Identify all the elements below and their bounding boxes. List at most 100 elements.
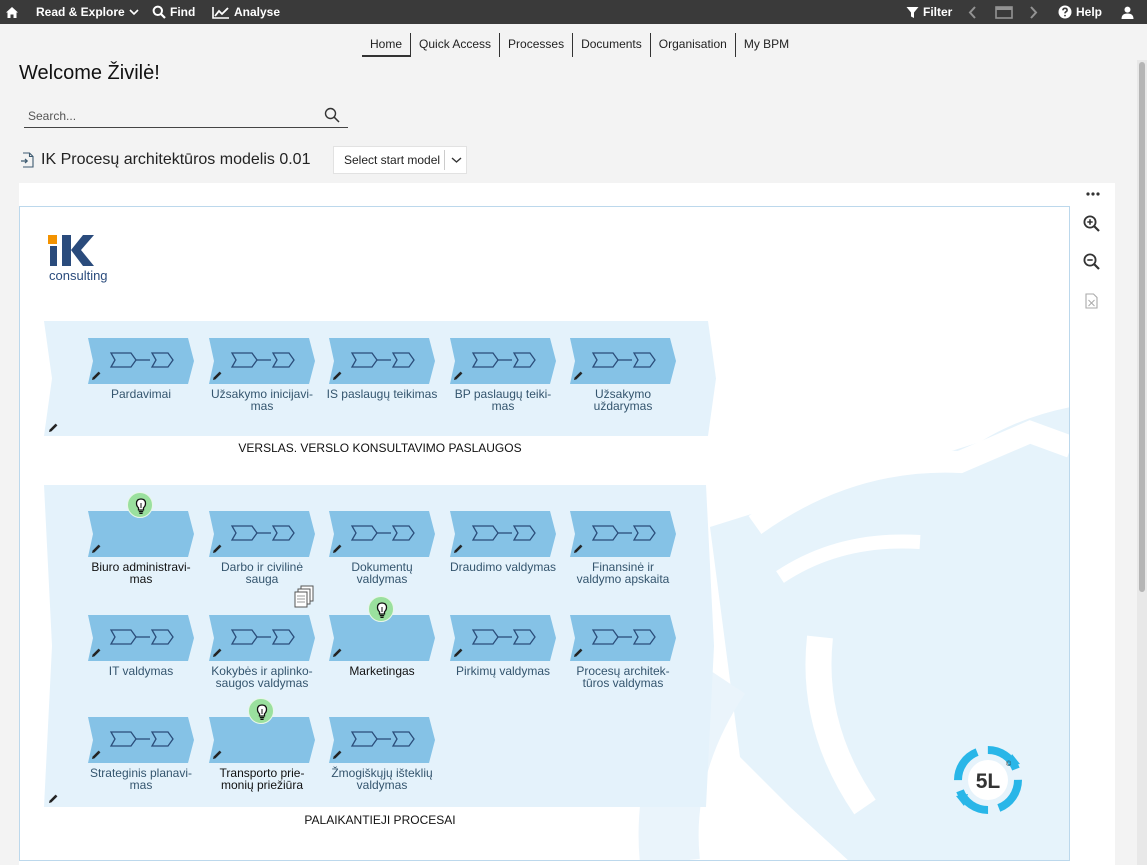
process-label[interactable]: Dokumentų valdymas [317, 561, 447, 585]
process-shape[interactable] [570, 511, 676, 557]
help-button[interactable]: Help [1058, 0, 1102, 24]
process-shape[interactable] [450, 511, 556, 557]
edit-icon[interactable] [91, 648, 101, 658]
edit-icon[interactable] [212, 750, 222, 760]
process-shape[interactable] [450, 338, 556, 384]
line-chart-icon [212, 6, 229, 19]
edit-icon[interactable] [573, 371, 583, 381]
process-label[interactable]: Strateginis planavi- mas [76, 767, 206, 791]
more-options-icon[interactable] [1086, 190, 1100, 198]
page-scrollbar[interactable] [1137, 60, 1147, 865]
process-label[interactable]: Užsakymo inicijavi- mas [197, 388, 327, 412]
process-label[interactable]: IT valdymas [76, 665, 206, 677]
edit-icon[interactable] [453, 648, 463, 658]
tab-home[interactable]: Home [362, 33, 412, 57]
edit-icon[interactable] [48, 794, 58, 804]
user-icon [1121, 6, 1134, 19]
forward-button[interactable] [1029, 0, 1038, 24]
window-button[interactable] [995, 0, 1013, 24]
documents-icon[interactable] [293, 585, 315, 609]
process-shape[interactable] [209, 511, 315, 557]
analyse-button[interactable]: Analyse [212, 0, 280, 24]
model-link-icon[interactable] [20, 152, 34, 168]
process-shape[interactable] [570, 615, 676, 661]
zoom-in-icon[interactable] [1083, 215, 1100, 232]
search-icon[interactable] [324, 107, 340, 123]
edit-icon[interactable] [212, 371, 222, 381]
process-arrow-icon [450, 511, 556, 557]
analyse-label: Analyse [234, 5, 281, 19]
idea-bulb-icon[interactable] [248, 698, 274, 724]
model-canvas[interactable]: consulting Pardavimai Užsakymo inicijavi-… [19, 206, 1070, 861]
tab-quick-access[interactable]: Quick Access [411, 33, 501, 57]
process-arrow-icon [329, 511, 435, 557]
edit-icon[interactable] [91, 750, 101, 760]
edit-icon[interactable] [48, 423, 58, 433]
process-label[interactable]: Užsakymo uždarymas [558, 388, 688, 412]
home-icon [6, 6, 18, 18]
process-shape[interactable] [88, 717, 194, 763]
read-explore-menu[interactable]: Read & Explore [36, 0, 139, 24]
fit-page-icon[interactable] [1085, 293, 1098, 309]
zoom-out-icon[interactable] [1083, 253, 1100, 270]
svg-text:©: © [1006, 760, 1012, 768]
edit-icon[interactable] [453, 371, 463, 381]
5l-badge-text: 5L [976, 770, 1001, 793]
process-label[interactable]: Kokybės ir aplinko- saugos valdymas [197, 665, 327, 689]
filter-button[interactable]: Filter [906, 0, 952, 24]
process-arrow-icon [450, 338, 556, 384]
search-input[interactable] [28, 107, 318, 125]
tab-processes[interactable]: Processes [500, 33, 574, 57]
idea-bulb-icon[interactable] [127, 492, 153, 518]
tab-my-bpm[interactable]: My BPM [736, 33, 797, 57]
home-button[interactable] [5, 0, 19, 24]
process-label[interactable]: Darbo ir civilinė sauga [197, 561, 327, 585]
process-shape[interactable] [570, 338, 676, 384]
edit-icon[interactable] [212, 648, 222, 658]
chevron-right-icon [1030, 5, 1038, 19]
process-shape[interactable] [329, 511, 435, 557]
edit-icon[interactable] [91, 544, 101, 554]
process-label[interactable]: Biuro administravi- mas [76, 561, 206, 585]
edit-icon[interactable] [212, 544, 222, 554]
edit-icon[interactable] [453, 544, 463, 554]
edit-icon[interactable] [332, 750, 342, 760]
start-model-select[interactable]: Select start model [333, 146, 467, 174]
edit-icon[interactable] [332, 544, 342, 554]
back-button[interactable] [968, 0, 977, 24]
process-shape[interactable] [209, 338, 315, 384]
process-label[interactable]: Marketingas [317, 665, 447, 677]
idea-bulb-icon[interactable] [368, 596, 394, 622]
tab-documents[interactable]: Documents [573, 33, 651, 57]
model-title: IK Procesų architektūros modelis 0.01 [41, 151, 311, 168]
process-arrow-icon [570, 338, 676, 384]
process-shape[interactable] [329, 338, 435, 384]
process-shape[interactable] [88, 338, 194, 384]
process-label[interactable]: Pardavimai [76, 388, 206, 400]
process-arrow-icon [570, 511, 676, 557]
process-shape[interactable] [329, 717, 435, 763]
main-navigation: Home Quick Access Processes Documents Or… [362, 33, 797, 57]
user-menu-button[interactable] [1121, 0, 1134, 24]
process-label[interactable]: Pirkimų valdymas [438, 665, 568, 677]
process-label[interactable]: Draudimo valdymas [438, 561, 568, 573]
process-label[interactable]: BP paslaugų teiki- mas [438, 388, 568, 412]
process-label[interactable]: Procesų architek- tūros valdymas [558, 665, 688, 689]
logo-subtext: consulting [49, 268, 108, 283]
process-label[interactable]: Žmogiškųjų išteklių valdymas [317, 767, 447, 791]
process-shape[interactable] [209, 615, 315, 661]
process-label[interactable]: IS paslaugų teikimas [317, 388, 447, 400]
edit-icon[interactable] [332, 648, 342, 658]
tab-organisation[interactable]: Organisation [651, 33, 736, 57]
process-shape[interactable] [450, 615, 556, 661]
process-shape[interactable] [88, 615, 194, 661]
process-label[interactable]: Transporto prie- monių priežiūra [197, 767, 327, 791]
edit-icon[interactable] [573, 648, 583, 658]
scrollbar-thumb[interactable] [1139, 62, 1145, 592]
process-label[interactable]: Finansinė ir valdymo apskaita [558, 561, 688, 585]
edit-icon[interactable] [573, 544, 583, 554]
edit-icon[interactable] [91, 371, 101, 381]
edit-icon[interactable] [332, 371, 342, 381]
find-button[interactable]: Find [152, 0, 195, 24]
welcome-heading: Welcome Živilė! [19, 62, 160, 84]
